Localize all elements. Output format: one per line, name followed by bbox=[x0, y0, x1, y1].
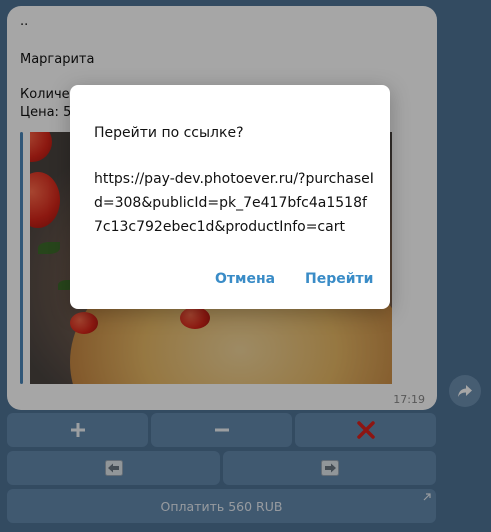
open-link-button[interactable]: Перейти bbox=[305, 271, 373, 287]
open-link-dialog: Перейти по ссылке? https://pay-dev.photo… bbox=[70, 85, 390, 309]
dialog-title: Перейти по ссылке? bbox=[94, 125, 244, 141]
dialog-url: https://pay-dev.photoever.ru/?purchaseId… bbox=[94, 171, 374, 235]
cancel-button[interactable]: Отмена bbox=[215, 271, 275, 287]
